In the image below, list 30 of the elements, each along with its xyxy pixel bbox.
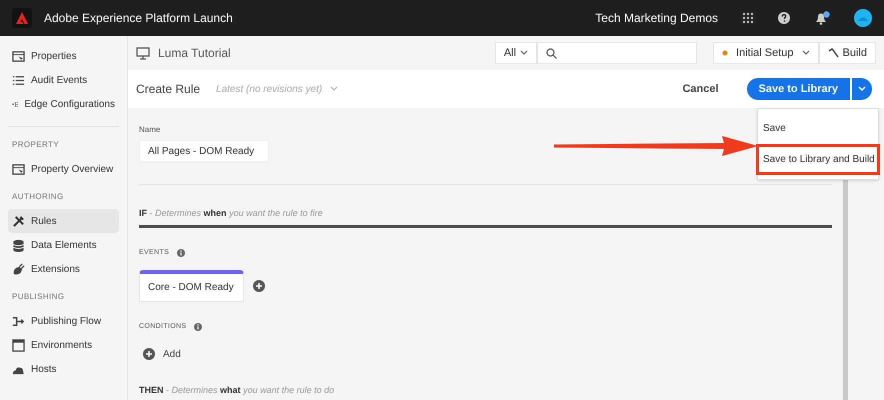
section-heading: THEN - Determines what you want the rule to do (139, 384, 336, 397)
sidebar-item[interactable]: Hosts (8, 357, 119, 381)
section-heading: PROPERTY (11, 139, 60, 151)
cancel-button[interactable]: Cancel (682, 80, 719, 98)
sidebar-item[interactable]: Extensions (8, 257, 119, 281)
org-switcher[interactable]: Tech Marketing Demos (595, 9, 718, 27)
sidebar-item[interactable]: Property Overview (8, 157, 119, 181)
sidebar-item[interactable]: Properties (8, 44, 119, 68)
sidebar-item[interactable]: Rules (8, 209, 119, 233)
section-heading: IF - Determines when you want the rule to fire (139, 207, 324, 220)
section-heading: PUBLISHING (11, 291, 66, 303)
menu-item[interactable]: Save to Library and Build (756, 144, 880, 175)
section-heading: AUTHORING (11, 191, 65, 203)
rule-title: Create Rule (136, 81, 200, 98)
sidebar-item[interactable]: Data Elements (8, 233, 119, 257)
name-field[interactable]: All Pages - DOM Ready (139, 140, 269, 162)
library-dropdown[interactable]: Initial Setup (713, 42, 819, 64)
sidebar-item[interactable]: Edge Configurations (8, 92, 119, 116)
property-name: Luma Tutorial (158, 45, 231, 62)
sidebar-item[interactable]: Publishing Flow (8, 309, 119, 333)
save-to-library-button[interactable]: Save to Library (746, 78, 850, 100)
field-label: Name (139, 124, 160, 136)
app-title: Adobe Experience Platform Launch (44, 10, 233, 27)
sidebar-item[interactable]: Environments (8, 333, 119, 357)
event-card[interactable]: Core - DOM Ready (139, 270, 244, 302)
build-button[interactable]: Build (818, 42, 876, 64)
add-condition-button[interactable]: Add (143, 346, 181, 362)
filter-dropdown[interactable]: All (494, 42, 538, 64)
menu-item[interactable]: Save (756, 113, 880, 144)
sidebar-item[interactable]: Audit Events (8, 68, 119, 92)
